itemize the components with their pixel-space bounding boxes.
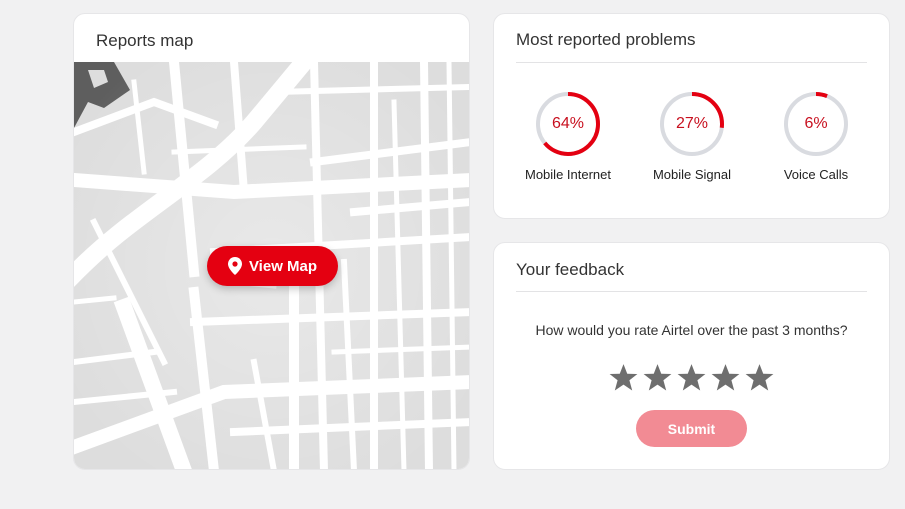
divider <box>516 62 867 63</box>
problem-mobile-internet: 64% Mobile Internet <box>508 90 628 182</box>
divider <box>516 291 867 292</box>
star-rating <box>494 364 889 392</box>
star-icon-4[interactable] <box>711 364 740 392</box>
problems-list: 64% Mobile Internet 27% Mobile Signal 6% <box>494 90 889 190</box>
star-icon-5[interactable] <box>745 364 774 392</box>
star-icon-2[interactable] <box>643 364 672 392</box>
reports-map-image[interactable]: View Map <box>74 62 469 469</box>
progress-ring: 27% <box>658 90 726 158</box>
star-icon-1[interactable] <box>609 364 638 392</box>
feedback-question: How would you rate Airtel over the past … <box>535 322 848 338</box>
reported-problems-card: Most reported problems 64% Mobile Intern… <box>493 13 890 219</box>
problem-mobile-signal: 27% Mobile Signal <box>632 90 752 182</box>
problem-percent: 6% <box>804 115 828 132</box>
reports-map-card: Reports map View Map <box>73 13 470 470</box>
view-map-label: View Map <box>248 257 318 275</box>
view-map-button[interactable]: View Map <box>207 246 338 286</box>
problem-label: Voice Calls <box>783 167 849 182</box>
star-icon-3[interactable] <box>677 364 706 392</box>
progress-ring: 64% <box>534 90 602 158</box>
submit-button[interactable]: Submit <box>636 410 747 447</box>
reports-map-title: Reports map <box>96 31 194 50</box>
location-pin-icon <box>227 257 242 275</box>
problem-voice-calls: 6% Voice Calls <box>756 90 876 182</box>
problem-label: Mobile Signal <box>652 167 732 182</box>
progress-ring: 6% <box>782 90 850 158</box>
problem-percent: 64% <box>551 115 585 132</box>
feedback-title: Your feedback <box>516 260 625 279</box>
problem-percent: 27% <box>675 115 709 132</box>
reported-problems-title: Most reported problems <box>516 30 696 49</box>
feedback-card: Your feedback How would you rate Airtel … <box>493 242 890 470</box>
problem-label: Mobile Internet <box>525 167 611 182</box>
